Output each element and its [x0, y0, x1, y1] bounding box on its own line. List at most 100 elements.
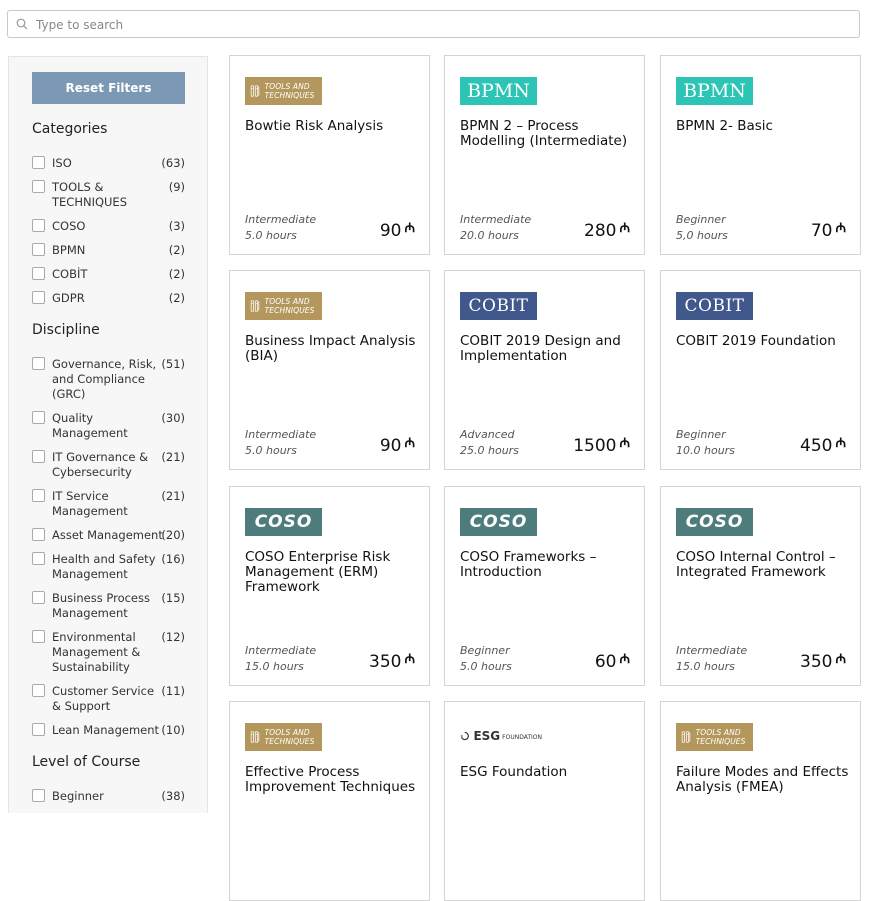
course-level: Beginner — [676, 428, 726, 441]
course-duration: 20.0 hours — [460, 229, 519, 242]
course-card[interactable]: BPMN BPMN 2- Basic Beginner 5,0 hours 70 ₼ — [660, 55, 861, 255]
price-value: 350 — [369, 652, 402, 672]
filter-checkbox[interactable] — [32, 156, 45, 169]
price-value: 90 — [379, 436, 402, 456]
filter-option-label: COSO — [52, 219, 86, 233]
course-price: 280 ₼ — [584, 218, 630, 241]
filter-option-label: COBİT — [52, 267, 88, 281]
course-title[interactable]: ESG Foundation — [460, 765, 635, 780]
search-icon — [16, 18, 28, 30]
coso-logo: COSO — [460, 508, 537, 536]
esg-foundation-icon — [460, 731, 469, 741]
filter-option-count: (21) — [161, 489, 185, 503]
reset-filters-button[interactable]: Reset Filters — [32, 72, 185, 104]
course-title[interactable]: Failure Modes and Effects Analysis (FMEA… — [676, 765, 851, 795]
filter-option-label: Environmental Management & Sustainabilit… — [52, 630, 141, 674]
course-title[interactable]: COSO Enterprise Risk Management (ERM) Fr… — [245, 550, 420, 595]
filter-option-count: (63) — [161, 156, 185, 170]
course-price: 350 ₼ — [800, 649, 846, 672]
coso-logo: COSO — [676, 508, 753, 536]
filter-checkbox[interactable] — [32, 684, 45, 697]
filter-checkbox[interactable] — [32, 591, 45, 604]
course-level: Intermediate — [245, 428, 317, 441]
course-card[interactable]: COSO COSO Frameworks – Introduction Beginn… — [444, 486, 645, 686]
filter-checkbox[interactable] — [32, 789, 45, 802]
filter-checkbox[interactable] — [32, 291, 45, 304]
course-duration: 5.0 hours — [460, 660, 512, 673]
course-card[interactable]: TOOLS AND TECHNIQUES Failure Modes and Ef… — [660, 701, 861, 901]
filter-checkbox[interactable] — [32, 450, 45, 463]
tools-techniques-logo: TOOLS AND TECHNIQUES — [676, 723, 753, 751]
cobit-logo: COBIT — [676, 292, 753, 320]
filter-checkbox[interactable] — [32, 723, 45, 736]
filter-checkbox[interactable] — [32, 630, 45, 643]
filter-option-count: (3) — [168, 219, 185, 233]
filter-checkbox[interactable] — [32, 528, 45, 541]
price-value: 1500 — [573, 436, 617, 456]
course-title[interactable]: COSO Internal Control – Integrated Frame… — [676, 550, 851, 580]
course-level: Intermediate — [245, 213, 317, 226]
course-title[interactable]: Bowtie Risk Analysis — [245, 119, 420, 134]
course-card[interactable]: ESG FOUNDATION ESG Foundation — [444, 701, 645, 901]
price-value: 280 — [584, 221, 617, 241]
logo-text: ESG — [473, 729, 501, 743]
course-title[interactable]: Business Impact Analysis (BIA) — [245, 334, 420, 364]
filter-checkbox[interactable] — [32, 489, 45, 502]
filter-checkbox[interactable] — [32, 180, 45, 193]
course-duration: 5.0 hours — [245, 444, 297, 457]
course-level: Beginner — [460, 644, 510, 657]
filter-section-title: Categories — [32, 121, 108, 137]
filter-checkbox[interactable] — [32, 219, 45, 232]
course-card[interactable]: TOOLS AND TECHNIQUES Effective Process Im… — [229, 701, 430, 901]
logo-text: TOOLS AND TECHNIQUES — [264, 82, 315, 100]
filter-option-label: GDPR — [52, 291, 85, 305]
tools-techniques-icon — [250, 731, 260, 743]
filter-option-count: (16) — [161, 552, 185, 566]
filter-sidebar: Reset Filters Categories ISO (63) TOOLS & T… — [8, 56, 208, 813]
filter-checkbox[interactable] — [32, 552, 45, 565]
course-title[interactable]: Effective Process Improvement Techniques — [245, 765, 420, 795]
course-title[interactable]: BPMN 2- Basic — [676, 119, 851, 134]
filter-checkbox[interactable] — [32, 357, 45, 370]
filter-option-count: (51) — [161, 357, 185, 371]
filter-option-count: (38) — [161, 789, 185, 803]
manat-currency-icon: ₼ — [404, 652, 415, 667]
bpmn-logo: BPMN — [676, 77, 753, 105]
course-meta: Beginner 5,0 hours — [676, 212, 728, 244]
filter-option-count: (12) — [161, 630, 185, 644]
filter-option-count: (15) — [161, 591, 185, 605]
course-duration: 15.0 hours — [245, 660, 304, 673]
filter-checkbox[interactable] — [32, 411, 45, 424]
course-meta: Advanced 25.0 hours — [460, 427, 519, 459]
course-title[interactable]: COBIT 2019 Design and Implementation — [460, 334, 635, 364]
manat-currency-icon: ₼ — [835, 652, 846, 667]
manat-currency-icon: ₼ — [404, 436, 415, 451]
filter-option-count: (2) — [168, 243, 185, 257]
course-title[interactable]: COSO Frameworks – Introduction — [460, 550, 635, 580]
course-meta: Intermediate 20.0 hours — [460, 212, 531, 244]
course-meta: Beginner 10.0 hours — [676, 427, 735, 459]
search-bar[interactable] — [7, 10, 860, 38]
esg-foundation-logo: ESG FOUNDATION — [460, 726, 542, 746]
filter-checkbox[interactable] — [32, 243, 45, 256]
filter-checkbox[interactable] — [32, 267, 45, 280]
course-card[interactable]: TOOLS AND TECHNIQUES Business Impact Anal… — [229, 270, 430, 470]
course-card[interactable]: COSO COSO Enterprise Risk Management (ERM… — [229, 486, 430, 686]
manat-currency-icon: ₼ — [619, 436, 630, 451]
course-level: Beginner — [676, 213, 726, 226]
price-value: 450 — [800, 436, 833, 456]
search-input[interactable] — [34, 14, 838, 36]
course-card[interactable]: COBIT COBIT 2019 Foundation Beginner 10.0 h… — [660, 270, 861, 470]
course-card[interactable]: COBIT COBIT 2019 Design and Implementatio… — [444, 270, 645, 470]
course-card[interactable]: TOOLS AND TECHNIQUES Bowtie Risk Analysis… — [229, 55, 430, 255]
course-price: 1500 ₼ — [573, 433, 630, 456]
tools-techniques-icon — [250, 85, 260, 97]
course-card[interactable]: BPMN BPMN 2 – Process Modelling (Intermed… — [444, 55, 645, 255]
course-meta: Beginner 5.0 hours — [460, 643, 512, 675]
course-card[interactable]: COSO COSO Internal Control – Integrated F… — [660, 486, 861, 686]
filter-option-label: IT Governance & Cybersecurity — [52, 450, 149, 479]
filter-option-label: Business Process Management — [52, 591, 150, 620]
filter-option-label: Quality Management — [52, 411, 128, 440]
course-title[interactable]: COBIT 2019 Foundation — [676, 334, 851, 349]
course-title[interactable]: BPMN 2 – Process Modelling (Intermediate… — [460, 119, 635, 149]
